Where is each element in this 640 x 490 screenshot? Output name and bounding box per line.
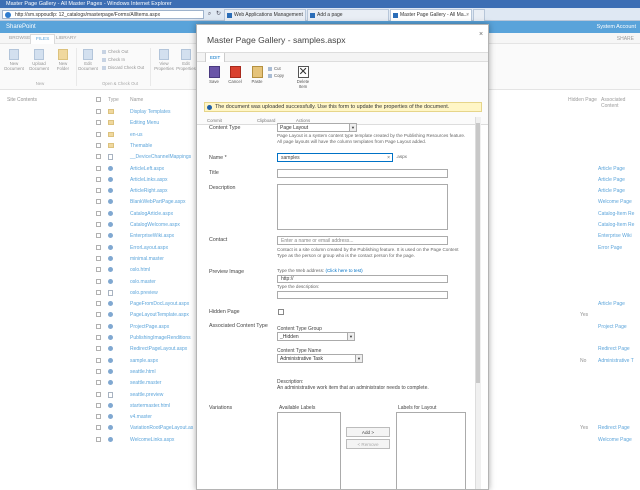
- cut-button[interactable]: Cut: [268, 66, 281, 72]
- select-value: Administrative Task: [280, 356, 323, 362]
- name-extension: .aspx: [396, 154, 407, 159]
- url-label-text: Type the Web address:: [277, 268, 325, 273]
- ct-name-select[interactable]: Administrative Task ▼: [277, 354, 363, 363]
- cut-icon: [268, 67, 272, 71]
- dialog-ribbon-tabs: EDIT: [197, 52, 488, 62]
- content-type-label: Content Type: [209, 125, 241, 131]
- available-labels-header: Available Labels: [279, 405, 316, 411]
- cancel-button[interactable]: Cancel: [226, 66, 244, 84]
- ct-group-select[interactable]: _Hidden ▼: [277, 332, 355, 341]
- chevron-down-icon: ▼: [347, 333, 354, 340]
- variations-label: Variations: [209, 405, 233, 411]
- button-label: Delete Item: [296, 79, 310, 89]
- refresh-icon[interactable]: ↻: [214, 10, 223, 19]
- remove-label-button[interactable]: < Remove: [346, 439, 390, 449]
- contact-people-picker[interactable]: Enter a name or email address...: [277, 236, 448, 245]
- copy-icon: [268, 74, 272, 78]
- labels-for-layout-header: Labels for Layout: [398, 405, 437, 411]
- name-input[interactable]: samples ×: [277, 153, 393, 162]
- tab-label: Add a page: [317, 12, 343, 18]
- sharepoint-favicon-icon: [227, 13, 232, 18]
- button-label: Save: [209, 79, 219, 84]
- sharepoint-favicon-icon: [310, 13, 315, 18]
- dialog-ribbon: Save Cancel Paste Cut Copy ✕ Delete Item …: [197, 62, 488, 125]
- browser-tab-web-apps[interactable]: Web Applications Management: [224, 9, 306, 21]
- cancel-icon: [229, 66, 241, 78]
- button-label: Copy: [274, 73, 285, 78]
- title-input[interactable]: [277, 169, 448, 178]
- paste-icon: [251, 66, 263, 78]
- clear-icon[interactable]: ×: [387, 154, 390, 161]
- tab-edit[interactable]: EDIT: [205, 53, 226, 62]
- preview-image-label: Preview Image: [209, 269, 245, 275]
- content-type-help: Page Layout is a system content type tem…: [277, 133, 466, 144]
- chevron-down-icon: ▼: [355, 355, 362, 362]
- select-value: _Hidden: [280, 334, 299, 340]
- contact-placeholder: Enter a name or email address...: [281, 238, 354, 244]
- contact-label: Contact: [209, 237, 228, 243]
- search-icon[interactable]: ⌕: [205, 10, 214, 19]
- dialog-title: Master Page Gallery - samples.aspx: [207, 35, 346, 45]
- upload-success-notice: The document was uploaded successfully. …: [204, 102, 482, 112]
- ie-logo-icon: [5, 12, 11, 18]
- browser-tab-bar: http://sm.sppoudlp: 12_catalogs/masterpa…: [0, 8, 640, 21]
- delete-item-button[interactable]: ✕ Delete Item: [294, 66, 312, 89]
- button-label: Cancel: [228, 79, 242, 84]
- delete-icon: ✕: [297, 66, 309, 78]
- notice-text: The document was uploaded successfully. …: [215, 104, 450, 110]
- content-type-select[interactable]: Page Layout ▼: [277, 123, 357, 132]
- add-label-button[interactable]: Add >: [346, 427, 390, 437]
- browser-tab-add-page[interactable]: Add a page: [307, 9, 389, 21]
- scrollbar-thumb[interactable]: [476, 123, 480, 383]
- button-label: Cut: [274, 66, 281, 71]
- contact-help: Contact is a site column created by the …: [277, 247, 459, 258]
- window-title-bar: Master Page Gallery - All Master Pages -…: [0, 0, 640, 8]
- save-icon: [208, 66, 220, 78]
- address-text: http://sm.sppoudlp: 12_catalogs/masterpa…: [15, 12, 161, 18]
- group-commit: Commit: [207, 118, 222, 123]
- select-value: Page Layout: [280, 125, 309, 131]
- edit-properties-dialog: Master Page Gallery - samples.aspx × EDI…: [196, 24, 489, 490]
- title-label: Title: [209, 170, 219, 176]
- copy-button[interactable]: Copy: [268, 73, 284, 79]
- chevron-down-icon: ▼: [349, 124, 356, 131]
- ct-description-text: An administrative work item that an admi…: [277, 385, 429, 391]
- tab-label: Master Page Gallery - All Ma...: [400, 12, 468, 18]
- labels-for-layout-list[interactable]: [396, 412, 466, 489]
- browser-tab-master-page-gallery[interactable]: Master Page Gallery - All Ma... ×: [390, 9, 472, 21]
- new-tab-button[interactable]: [473, 9, 485, 21]
- preview-url-label: Type the Web address: (Click here to tes…: [277, 268, 363, 274]
- sharepoint-favicon-icon: [393, 13, 398, 18]
- input-value: samples: [281, 155, 300, 161]
- group-clipboard: Clipboard: [257, 118, 276, 123]
- hidden-page-label: Hidden Page: [209, 309, 240, 315]
- input-value: http://: [281, 276, 294, 282]
- test-link[interactable]: (Click here to test): [325, 268, 362, 273]
- name-label: Name *: [209, 155, 227, 161]
- address-bar[interactable]: http://sm.sppoudlp: 12_catalogs/masterpa…: [2, 10, 204, 19]
- description-textarea[interactable]: [277, 184, 448, 230]
- available-labels-list[interactable]: [277, 412, 341, 489]
- preview-desc-input[interactable]: [277, 291, 448, 299]
- close-dialog-icon[interactable]: ×: [477, 31, 485, 39]
- paste-button[interactable]: Paste: [248, 66, 266, 84]
- hidden-page-checkbox[interactable]: [278, 309, 284, 315]
- save-button[interactable]: Save: [205, 66, 223, 84]
- close-tab-icon[interactable]: ×: [466, 10, 469, 21]
- preview-url-input[interactable]: http://: [277, 275, 448, 283]
- assoc-content-type-label: Associated Content Type: [209, 323, 268, 329]
- tab-label: Web Applications Management: [234, 12, 303, 18]
- description-label: Description: [209, 185, 236, 191]
- info-icon: [207, 105, 212, 110]
- button-label: Paste: [251, 79, 263, 84]
- preview-desc-label: Type the description:: [277, 284, 320, 289]
